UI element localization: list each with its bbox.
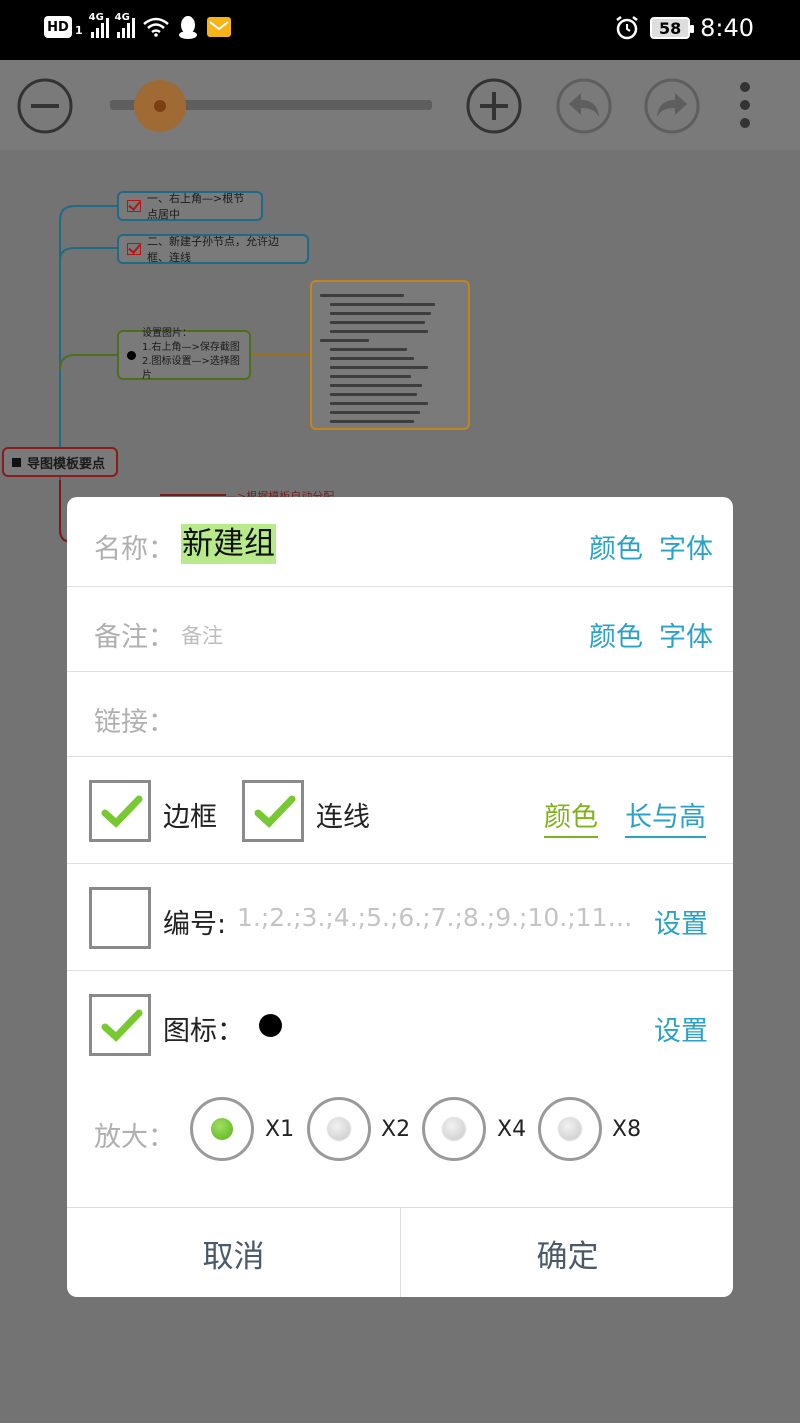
zoom-radio-x4[interactable] <box>422 1097 486 1161</box>
more-icon[interactable] <box>738 82 752 132</box>
bullet-icon <box>127 350 136 360</box>
zoom-option-label: X1 <box>265 1117 295 1142</box>
square-icon <box>12 457 21 467</box>
check-icon <box>101 795 143 828</box>
checkbox-icon <box>127 200 141 212</box>
name-font-link[interactable]: 字体 <box>659 527 713 566</box>
dialog-footer: 取消 确定 <box>67 1207 733 1297</box>
network-type-label: 4G <box>114 12 130 23</box>
zoom-radio-x1[interactable] <box>190 1097 254 1161</box>
zoom-option-label: X4 <box>497 1117 527 1142</box>
sim-slot-label: 1 <box>75 23 83 37</box>
zoom-label: 放大： <box>94 1122 175 1153</box>
mail-icon <box>206 17 231 37</box>
mindmap-node[interactable]: 一、右上角—>根节点居中 <box>117 191 263 221</box>
mindmap-node-label: 一、右上角—>根节点居中 <box>147 192 245 221</box>
signal-icon: 4G <box>115 12 135 38</box>
numbering-checkbox[interactable] <box>89 887 151 949</box>
mindmap-root-label: 导图模板要点 <box>27 456 106 472</box>
bullet-icon <box>259 1014 282 1037</box>
node-settings-dialog: 名称： 新建组 颜色 字体 备注： 备注 颜色 字体 链接： 边框 连线 颜色 … <box>67 497 733 1297</box>
check-icon <box>101 1009 143 1042</box>
numbering-settings-link[interactable]: 设置 <box>654 902 708 941</box>
note-input[interactable]: 备注 <box>181 620 223 650</box>
mindmap-node[interactable]: 二、新建子孙节点，允许边框、连线 <box>117 234 309 264</box>
redo-icon[interactable] <box>643 77 701 135</box>
note-font-link[interactable]: 字体 <box>659 615 713 654</box>
mindmap-root-node[interactable]: 导图模板要点 <box>2 447 118 477</box>
confirm-button[interactable]: 确定 <box>401 1208 733 1297</box>
qq-penguin-icon <box>178 16 197 39</box>
battery-icon: 58 <box>650 17 695 39</box>
cancel-button[interactable]: 取消 <box>67 1208 400 1297</box>
border-checkbox[interactable] <box>89 780 151 842</box>
link-input[interactable] <box>181 687 701 743</box>
mindmap-node-label: 2.图标设置—>选择图片 <box>142 356 240 381</box>
name-color-link[interactable]: 颜色 <box>589 527 643 566</box>
hd-icon: HD <box>44 16 72 38</box>
name-label: 名称： <box>94 534 175 565</box>
alarm-icon <box>616 16 638 40</box>
status-bar: HD 1 4G 4G 58 8:40 <box>0 0 800 60</box>
mindmap-branch-line <box>160 494 226 496</box>
mindmap-node-image[interactable]: 设置图片： 1.右上角—>保存截图 2.图标设置—>选择图片 <box>117 328 251 381</box>
line-checkbox[interactable] <box>242 780 304 842</box>
checkbox-icon <box>127 243 141 255</box>
network-type-label: 4G <box>88 12 104 23</box>
mindmap-node-label: 1.右上角—>保存截图 <box>142 342 240 353</box>
toolbar <box>0 60 800 150</box>
size-link[interactable]: 长与高 <box>625 795 706 838</box>
wifi-icon <box>142 17 169 37</box>
numbering-label: 编号: <box>163 909 227 940</box>
link-label: 链接： <box>94 707 175 738</box>
note-label: 备注： <box>94 622 175 653</box>
zoom-radio-x2[interactable] <box>307 1097 371 1161</box>
mindmap-node-label: 二、新建子孙节点，允许边框、连线 <box>147 235 279 264</box>
numbering-value: 1.;2.;3.;4.;5.;6.;7.;8.;9.;10.;11.;12.;1… <box>237 903 637 932</box>
icon-settings-link[interactable]: 设置 <box>654 1009 708 1048</box>
zoom-option-label: X2 <box>381 1117 411 1142</box>
zoom-radio-x8[interactable] <box>538 1097 602 1161</box>
mindmap-image-preview <box>310 280 470 430</box>
signal-icon: 4G <box>89 12 109 38</box>
icon-label: 图标： <box>163 1016 244 1047</box>
line-label: 连线 <box>316 802 370 833</box>
border-label: 边框 <box>163 802 217 833</box>
zoom-out-icon[interactable] <box>16 77 74 135</box>
check-icon <box>254 795 296 828</box>
undo-icon[interactable] <box>555 77 613 135</box>
mindmap-node-label: 设置图片： <box>142 328 192 339</box>
note-color-link[interactable]: 颜色 <box>589 615 643 654</box>
zoom-slider-thumb[interactable] <box>134 80 186 132</box>
name-input[interactable]: 新建组 <box>181 524 276 564</box>
icon-checkbox[interactable] <box>89 994 151 1056</box>
clock: 8:40 <box>700 14 754 42</box>
border-color-link[interactable]: 颜色 <box>544 795 598 838</box>
zoom-option-label: X8 <box>612 1117 642 1142</box>
zoom-in-icon[interactable] <box>465 77 523 135</box>
